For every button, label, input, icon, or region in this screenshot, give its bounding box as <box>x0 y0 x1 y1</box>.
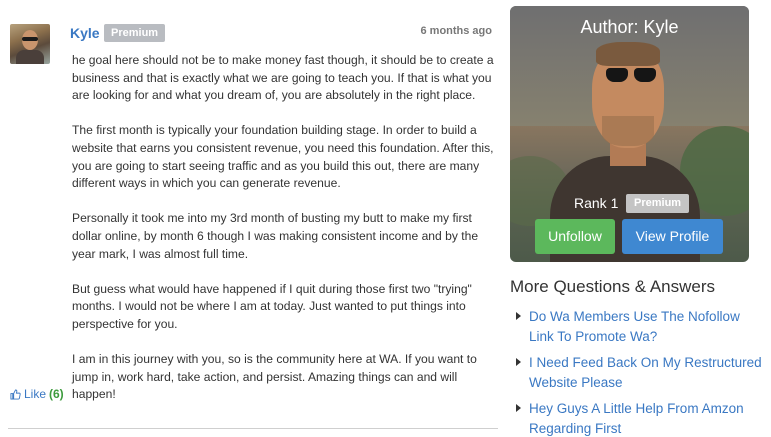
post-paragraph: I am in this journey with you, so is the… <box>72 352 477 402</box>
like-button[interactable]: Like (6) <box>10 387 64 401</box>
question-link[interactable]: Hey Guys A Little Help From Amzon Regard… <box>510 399 765 437</box>
unfollow-button[interactable]: Unfollow <box>535 219 615 254</box>
avatar[interactable] <box>10 24 50 64</box>
post-paragraph: The first month is typically your founda… <box>72 123 494 191</box>
post-body: he goal here should not be to make money… <box>72 52 504 421</box>
like-count: (6) <box>49 387 64 401</box>
author-card: Author: Kyle Rank 1 Premium Unfollow Vie… <box>510 6 749 262</box>
more-questions-heading: More Questions & Answers <box>510 277 716 296</box>
post-username[interactable]: Kyle <box>70 25 100 41</box>
view-profile-button[interactable]: View Profile <box>622 219 723 254</box>
question-link[interactable]: Do Wa Members Use The Nofollow Link To P… <box>510 307 765 347</box>
question-link-label[interactable]: I Need Feed Back On My Restructured Webs… <box>529 355 762 390</box>
more-questions-list: Do Wa Members Use The Nofollow Link To P… <box>510 307 765 437</box>
author-premium-badge: Premium <box>626 194 690 213</box>
post-paragraph: he goal here should not be to make money… <box>72 53 494 103</box>
caret-right-icon <box>516 358 521 366</box>
author-title: Author: Kyle <box>580 17 679 37</box>
post: Kyle Premium 6 months ago he goal here s… <box>0 0 500 437</box>
question-link-label[interactable]: Hey Guys A Little Help From Amzon Regard… <box>529 401 744 436</box>
post-paragraph: Personally it took me into my 3rd month … <box>72 211 479 261</box>
caret-right-icon <box>516 404 521 412</box>
question-link-label[interactable]: Do Wa Members Use The Nofollow Link To P… <box>529 309 740 344</box>
post-paragraph: But guess what would have happened if I … <box>72 281 472 331</box>
author-rank: Rank 1 <box>574 195 619 211</box>
question-link[interactable]: I Need Feed Back On My Restructured Webs… <box>510 353 765 393</box>
divider <box>8 428 498 429</box>
like-label[interactable]: Like <box>24 387 46 401</box>
post-timestamp: 6 months ago <box>420 25 492 37</box>
thumbs-up-icon <box>10 388 21 400</box>
caret-right-icon <box>516 312 521 320</box>
premium-badge: Premium <box>104 24 166 42</box>
